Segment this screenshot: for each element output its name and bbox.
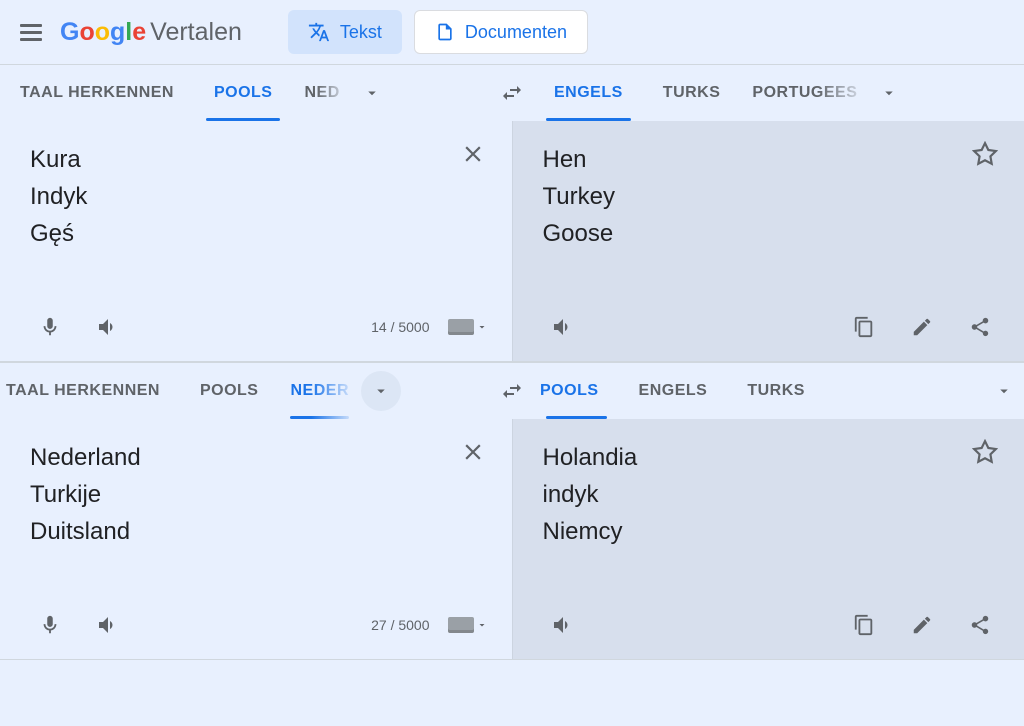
tab-pools[interactable]: POOLS (180, 363, 279, 419)
tab-turks[interactable]: TURKS (727, 363, 825, 419)
char-count: 27 / 5000 (371, 617, 429, 633)
source-more-langs-button[interactable] (361, 371, 401, 411)
share-button[interactable] (960, 307, 1000, 347)
keyboard-icon (448, 319, 474, 335)
tab-pools[interactable]: POOLS (194, 65, 293, 121)
translator-block-1: TAAL HERKENNEN POOLS NED ENGELS TURKS PO… (0, 64, 1024, 362)
documents-mode-label: Documenten (465, 22, 567, 43)
mic-button[interactable] (30, 307, 70, 347)
logo-suffix: Vertalen (150, 18, 242, 47)
swap-languages-button[interactable] (490, 71, 534, 115)
mic-button[interactable] (30, 605, 70, 645)
chevron-down-icon (363, 84, 381, 102)
tab-engels[interactable]: ENGELS (534, 65, 643, 121)
tab-detect-language[interactable]: TAAL HERKENNEN (0, 363, 180, 419)
close-icon (460, 439, 486, 465)
swap-icon (500, 379, 524, 403)
pencil-icon (911, 614, 933, 636)
char-count: 14 / 5000 (371, 319, 429, 335)
speaker-icon (96, 613, 120, 637)
close-icon (460, 141, 486, 167)
target-text: Hen Turkey Goose (543, 141, 973, 253)
star-icon (972, 439, 998, 465)
logo: Google Vertalen (60, 18, 242, 47)
speaker-button[interactable] (88, 605, 128, 645)
speaker-icon (551, 315, 575, 339)
keyboard-button[interactable] (448, 617, 488, 633)
source-pane-2: Nederland Turkije Duitsland 27 / 5000 (0, 419, 513, 659)
mode-buttons: Tekst Documenten (288, 10, 588, 54)
share-icon (969, 316, 991, 338)
source-text[interactable]: Nederland Turkije Duitsland (30, 439, 460, 551)
translate-icon (308, 21, 330, 43)
target-text: Holandia indyk Niemcy (543, 439, 973, 551)
target-lang-tabs-2: POOLS ENGELS TURKS (534, 363, 1024, 419)
caret-down-icon (476, 321, 488, 333)
speaker-button[interactable] (543, 307, 583, 347)
target-lang-tabs: ENGELS TURKS PORTUGEES (534, 65, 1024, 121)
language-bar-2: TAAL HERKENNEN POOLS NEDER POOLS ENGELS … (0, 363, 1024, 419)
text-mode-label: Tekst (340, 22, 382, 43)
tab-detect-language[interactable]: TAAL HERKENNEN (0, 65, 194, 121)
tab-engels[interactable]: ENGELS (619, 363, 728, 419)
target-pane: Hen Turkey Goose (513, 121, 1024, 361)
edit-button[interactable] (902, 307, 942, 347)
source-lang-tabs-2: TAAL HERKENNEN POOLS NEDER (0, 363, 490, 419)
mic-icon (39, 614, 61, 636)
target-more-langs-button[interactable] (869, 73, 909, 113)
star-icon (972, 141, 998, 167)
chevron-down-icon (995, 382, 1013, 400)
tab-turks[interactable]: TURKS (643, 65, 741, 121)
share-icon (969, 614, 991, 636)
tab-nederlands-truncated[interactable]: NED (292, 65, 351, 121)
tab-nederlands[interactable]: NEDER (278, 363, 361, 419)
source-pane: Kura Indyk Gęś 14 / 5000 (0, 121, 513, 361)
chevron-down-icon (372, 382, 390, 400)
menu-icon[interactable] (20, 20, 44, 45)
clear-button[interactable] (460, 141, 488, 253)
copy-icon (853, 316, 875, 338)
tab-pools[interactable]: POOLS (534, 363, 619, 419)
clear-button[interactable] (460, 439, 488, 551)
source-more-langs-button[interactable] (352, 73, 392, 113)
target-footer (543, 307, 1001, 347)
swap-languages-button[interactable] (490, 369, 534, 413)
share-button[interactable] (960, 605, 1000, 645)
speaker-button[interactable] (543, 605, 583, 645)
panes-2: Nederland Turkije Duitsland 27 / 5000 (0, 419, 1024, 659)
language-bar-1: TAAL HERKENNEN POOLS NED ENGELS TURKS PO… (0, 65, 1024, 121)
save-button[interactable] (972, 141, 1000, 253)
swap-icon (500, 81, 524, 105)
copy-button[interactable] (844, 605, 884, 645)
tab-portugees[interactable]: PORTUGEES (740, 65, 869, 121)
copy-icon (853, 614, 875, 636)
source-text[interactable]: Kura Indyk Gęś (30, 141, 460, 253)
header: Google Vertalen Tekst Documenten (0, 0, 1024, 64)
document-icon (435, 21, 455, 43)
speaker-button[interactable] (88, 307, 128, 347)
speaker-icon (551, 613, 575, 637)
keyboard-icon (448, 617, 474, 633)
translator-block-2: TAAL HERKENNEN POOLS NEDER POOLS ENGELS … (0, 362, 1024, 660)
text-mode-button[interactable]: Tekst (288, 10, 402, 54)
pencil-icon (911, 316, 933, 338)
speaker-icon (96, 315, 120, 339)
source-footer: 14 / 5000 (30, 307, 488, 347)
target-footer-2 (543, 605, 1001, 645)
panes-1: Kura Indyk Gęś 14 / 5000 (0, 121, 1024, 361)
save-button[interactable] (972, 439, 1000, 551)
mic-icon (39, 316, 61, 338)
edit-button[interactable] (902, 605, 942, 645)
source-lang-tabs: TAAL HERKENNEN POOLS NED (0, 65, 490, 121)
copy-button[interactable] (844, 307, 884, 347)
target-more-langs-button[interactable] (984, 371, 1024, 411)
keyboard-button[interactable] (448, 319, 488, 335)
target-pane-2: Holandia indyk Niemcy (513, 419, 1024, 659)
caret-down-icon (476, 619, 488, 631)
chevron-down-icon (880, 84, 898, 102)
documents-mode-button[interactable]: Documenten (414, 10, 588, 54)
source-footer-2: 27 / 5000 (30, 605, 488, 645)
